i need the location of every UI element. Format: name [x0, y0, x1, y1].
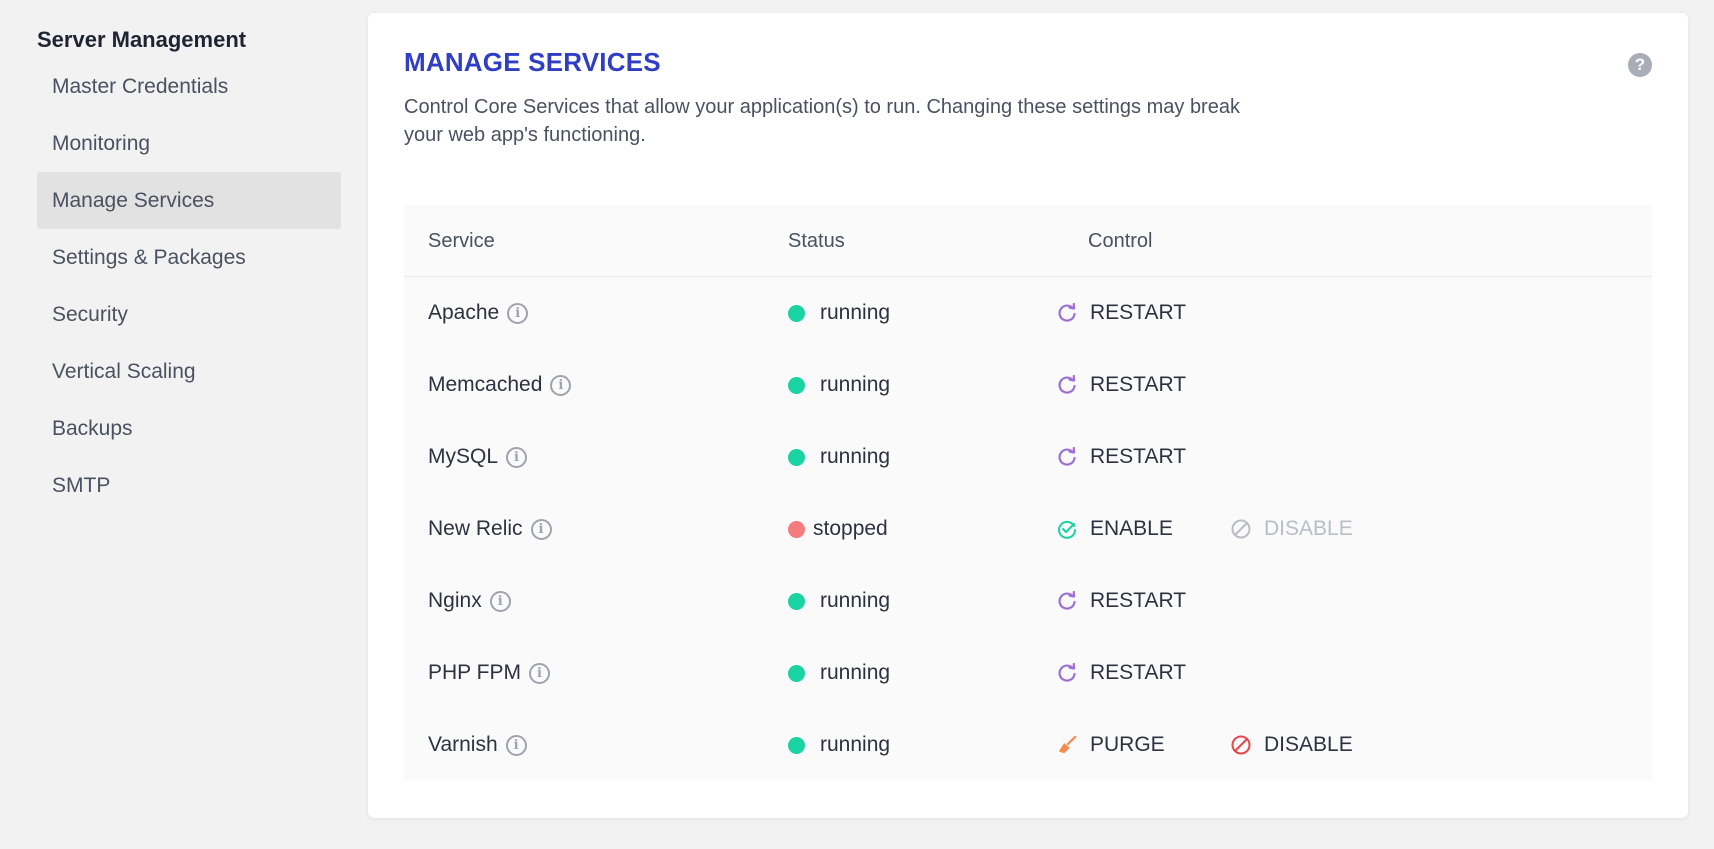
info-icon[interactable]: i [489, 590, 511, 612]
table-row: Varnish i running PURGE DISABLE [404, 709, 1652, 781]
sidebar-item-security[interactable]: Security [37, 286, 341, 343]
sidebar-item-backups[interactable]: Backups [37, 400, 341, 457]
table-row: Memcached i running RESTART [404, 349, 1652, 421]
disable-button[interactable]: DISABLE [1230, 709, 1353, 781]
service-status: running [788, 349, 890, 421]
restart-icon [1056, 302, 1078, 324]
service-name-label: MySQL [428, 445, 499, 468]
service-status: running [788, 637, 890, 709]
info-icon[interactable]: i [506, 446, 528, 468]
sidebar-item-master-credentials[interactable]: Master Credentials [37, 58, 341, 115]
restart-icon [1056, 590, 1078, 612]
restart-icon [1056, 446, 1078, 468]
broom-icon [1056, 734, 1078, 756]
status-label: running [820, 301, 891, 324]
page-title: MANAGE SERVICES [404, 47, 661, 77]
services-table: Service Status Control Apache i running RES… [404, 205, 1652, 781]
info-icon[interactable]: i [507, 302, 529, 324]
table-row: Nginx i running RESTART [404, 565, 1652, 637]
enable-button[interactable]: ENABLE [1056, 493, 1173, 565]
sidebar-item-settings-packages[interactable]: Settings & Packages [37, 229, 341, 286]
control-label: PURGE [1090, 733, 1165, 756]
service-status: running [788, 277, 890, 349]
status-label: stopped [813, 517, 888, 540]
service-name: Apache i [428, 277, 529, 349]
disable-button: DISABLE [1230, 493, 1353, 565]
status-dot [788, 592, 805, 610]
page-description: Control Core Services that allow your ap… [404, 96, 1240, 146]
status-dot [788, 304, 805, 322]
sidebar-item-smtp[interactable]: SMTP [37, 457, 341, 514]
header-status: Status [788, 230, 845, 252]
table-header: Service Status Control [404, 205, 1652, 277]
service-name: PHP FPM i [428, 637, 550, 709]
table-row: MySQL i running RESTART [404, 421, 1652, 493]
service-name-label: New Relic [428, 517, 523, 540]
table-row: Apache i running RESTART [404, 277, 1652, 349]
service-status: stopped [788, 493, 888, 565]
control-label: RESTART [1090, 301, 1187, 324]
status-label: running [820, 733, 891, 756]
service-name-label: Varnish [428, 733, 498, 756]
restart-button[interactable]: RESTART [1056, 349, 1186, 421]
service-status: running [788, 421, 890, 493]
header-control: Control [1088, 230, 1153, 252]
status-dot [788, 736, 805, 754]
status-label: running [820, 445, 891, 468]
control-label: DISABLE [1264, 733, 1353, 756]
control-label: RESTART [1090, 661, 1187, 684]
control-label: RESTART [1090, 373, 1187, 396]
control-label: RESTART [1090, 589, 1187, 612]
sidebar-item-manage-services[interactable]: Manage Services [37, 172, 341, 229]
sidebar-item-monitoring[interactable]: Monitoring [37, 115, 341, 172]
table-body: Apache i running RESTART Memcached i running RE… [404, 277, 1652, 781]
help-icon[interactable]: ? [1628, 53, 1652, 77]
status-label: running [820, 373, 891, 396]
control-label: DISABLE [1264, 517, 1353, 540]
header-service: Service [428, 230, 495, 252]
service-name: Varnish i [428, 709, 527, 781]
sidebar-item-vertical-scaling[interactable]: Vertical Scaling [37, 343, 341, 400]
service-name-label: Nginx [428, 589, 482, 612]
sidebar-title: Server Management [37, 27, 247, 52]
purge-button[interactable]: PURGE [1056, 709, 1165, 781]
service-status: running [788, 565, 890, 637]
sidebar-items: Master Credentials Monitoring Manage Servi… [37, 58, 341, 514]
restart-icon [1056, 662, 1078, 684]
check-circle-icon [1056, 518, 1078, 540]
service-name-label: PHP FPM [428, 661, 521, 684]
status-dot [788, 448, 805, 466]
block-icon [1230, 734, 1252, 756]
service-name: Nginx i [428, 565, 511, 637]
info-icon[interactable]: i [528, 662, 550, 684]
status-label: running [820, 589, 891, 612]
restart-button[interactable]: RESTART [1056, 565, 1186, 637]
control-label: RESTART [1090, 445, 1187, 468]
sidebar: Server Management Master Credentials Moni… [37, 22, 341, 514]
restart-button[interactable]: RESTART [1056, 637, 1186, 709]
block-icon [1230, 518, 1252, 540]
status-dot [788, 520, 805, 538]
info-icon[interactable]: i [505, 734, 527, 756]
status-label: running [820, 661, 891, 684]
service-name: New Relic i [428, 493, 552, 565]
service-name-label: Apache [428, 301, 500, 324]
restart-button[interactable]: RESTART [1056, 277, 1186, 349]
restart-button[interactable]: RESTART [1056, 421, 1186, 493]
restart-icon [1056, 374, 1078, 396]
info-icon[interactable]: i [550, 374, 572, 396]
control-label: ENABLE [1090, 517, 1173, 540]
table-row: New Relic i stopped ENABLE DISABLE [404, 493, 1652, 565]
service-name: Memcached i [428, 349, 572, 421]
table-row: PHP FPM i running RESTART [404, 637, 1652, 709]
service-name: MySQL i [428, 421, 528, 493]
info-icon[interactable]: i [530, 518, 552, 540]
status-dot [788, 376, 805, 394]
manage-services-card: MANAGE SERVICES ? Control Core Services … [368, 13, 1688, 818]
service-status: running [788, 709, 890, 781]
service-name-label: Memcached [428, 373, 543, 396]
status-dot [788, 664, 805, 682]
